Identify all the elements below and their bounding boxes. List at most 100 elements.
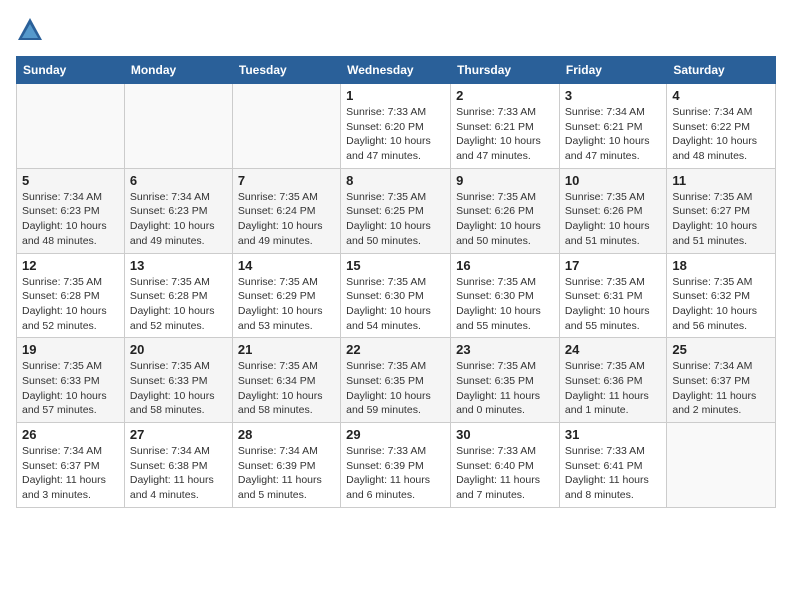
day-info: Sunrise: 7:35 AMSunset: 6:26 PMDaylight:… [565,190,661,249]
day-number: 19 [22,342,119,357]
dow-wednesday: Wednesday [341,57,451,84]
day-number: 16 [456,258,554,273]
day-number: 25 [672,342,770,357]
week-row-4: 19 Sunrise: 7:35 AMSunset: 6:33 PMDayligh… [17,338,776,423]
day-info: Sunrise: 7:35 AMSunset: 6:28 PMDaylight:… [130,275,227,334]
day-cell: 15Sunrise: 7:35 AMSunset: 6:30 PMDayligh… [341,253,451,338]
day-info: Sunrise: 7:35 AMSunset: 6:33 PMDaylight:… [130,359,227,418]
logo-icon [16,16,44,44]
day-cell: 6 Sunrise: 7:34 AMSunset: 6:23 PMDaylight… [124,168,232,253]
day-info: Sunrise: 7:34 AMSunset: 6:22 PMDaylight:… [672,105,770,164]
week-row-2: 5 Sunrise: 7:34 AMSunset: 6:23 PMDaylight… [17,168,776,253]
day-cell: 30 Sunrise: 7:33 AMSunset: 6:40 PMDayligh… [451,423,560,508]
day-cell: 10 Sunrise: 7:35 AMSunset: 6:26 PMDayligh… [559,168,666,253]
day-number: 9 [456,173,554,188]
dow-saturday: Saturday [667,57,776,84]
week-row-3: 12Sunrise: 7:35 AMSunset: 6:28 PMDayligh… [17,253,776,338]
calendar-body: 1 Sunrise: 7:33 AMSunset: 6:20 PMDaylight… [17,84,776,508]
day-info: Sunrise: 7:35 AMSunset: 6:25 PMDaylight:… [346,190,445,249]
day-cell: 23 Sunrise: 7:35 AMSunset: 6:35 PMDayligh… [451,338,560,423]
day-info: Sunrise: 7:35 AMSunset: 6:31 PMDaylight:… [565,275,661,334]
day-info: Sunrise: 7:35 AMSunset: 6:29 PMDaylight:… [238,275,335,334]
day-info: Sunrise: 7:33 AMSunset: 6:21 PMDaylight:… [456,105,554,164]
day-number: 15 [346,258,445,273]
dow-sunday: Sunday [17,57,125,84]
day-info: Sunrise: 7:35 AMSunset: 6:34 PMDaylight:… [238,359,335,418]
day-cell: 8 Sunrise: 7:35 AMSunset: 6:25 PMDaylight… [341,168,451,253]
day-cell: 27 Sunrise: 7:34 AMSunset: 6:38 PMDayligh… [124,423,232,508]
day-number: 1 [346,88,445,103]
day-info: Sunrise: 7:34 AMSunset: 6:39 PMDaylight:… [238,444,335,503]
calendar-table: SundayMondayTuesdayWednesdayThursdayFrid… [16,56,776,508]
day-cell: 2 Sunrise: 7:33 AMSunset: 6:21 PMDaylight… [451,84,560,169]
day-info: Sunrise: 7:35 AMSunset: 6:36 PMDaylight:… [565,359,661,418]
day-number: 23 [456,342,554,357]
day-cell: 24 Sunrise: 7:35 AMSunset: 6:36 PMDayligh… [559,338,666,423]
day-info: Sunrise: 7:35 AMSunset: 6:24 PMDaylight:… [238,190,335,249]
day-number: 8 [346,173,445,188]
day-info: Sunrise: 7:34 AMSunset: 6:23 PMDaylight:… [130,190,227,249]
day-cell: 4Sunrise: 7:34 AMSunset: 6:22 PMDaylight… [667,84,776,169]
day-cell: 20 Sunrise: 7:35 AMSunset: 6:33 PMDayligh… [124,338,232,423]
day-cell: 14 Sunrise: 7:35 AMSunset: 6:29 PMDayligh… [232,253,340,338]
day-number: 28 [238,427,335,442]
day-cell: 18 Sunrise: 7:35 AMSunset: 6:32 PMDayligh… [667,253,776,338]
day-number: 21 [238,342,335,357]
day-cell [124,84,232,169]
day-cell: 5Sunrise: 7:34 AMSunset: 6:23 PMDaylight… [17,168,125,253]
day-info: Sunrise: 7:34 AMSunset: 6:37 PMDaylight:… [672,359,770,418]
day-number: 7 [238,173,335,188]
day-cell: 19 Sunrise: 7:35 AMSunset: 6:33 PMDayligh… [17,338,125,423]
day-number: 18 [672,258,770,273]
day-number: 24 [565,342,661,357]
day-info: Sunrise: 7:33 AMSunset: 6:20 PMDaylight:… [346,105,445,164]
day-cell [667,423,776,508]
day-number: 22 [346,342,445,357]
day-number: 10 [565,173,661,188]
day-number: 20 [130,342,227,357]
day-cell: 22 Sunrise: 7:35 AMSunset: 6:35 PMDayligh… [341,338,451,423]
day-info: Sunrise: 7:34 AMSunset: 6:37 PMDaylight:… [22,444,119,503]
day-number: 6 [130,173,227,188]
day-cell [232,84,340,169]
day-cell: 26 Sunrise: 7:34 AMSunset: 6:37 PMDayligh… [17,423,125,508]
day-cell: 9 Sunrise: 7:35 AMSunset: 6:26 PMDaylight… [451,168,560,253]
week-row-1: 1 Sunrise: 7:33 AMSunset: 6:20 PMDaylight… [17,84,776,169]
day-info: Sunrise: 7:35 AMSunset: 6:30 PMDaylight:… [456,275,554,334]
day-cell: 7 Sunrise: 7:35 AMSunset: 6:24 PMDaylight… [232,168,340,253]
page-header [16,16,776,44]
dow-thursday: Thursday [451,57,560,84]
day-number: 2 [456,88,554,103]
dow-friday: Friday [559,57,666,84]
day-cell: 29Sunrise: 7:33 AMSunset: 6:39 PMDayligh… [341,423,451,508]
logo [16,16,48,44]
day-cell: 31Sunrise: 7:33 AMSunset: 6:41 PMDayligh… [559,423,666,508]
day-number: 5 [22,173,119,188]
day-info: Sunrise: 7:35 AMSunset: 6:26 PMDaylight:… [456,190,554,249]
dow-tuesday: Tuesday [232,57,340,84]
day-info: Sunrise: 7:34 AMSunset: 6:21 PMDaylight:… [565,105,661,164]
day-cell: 13 Sunrise: 7:35 AMSunset: 6:28 PMDayligh… [124,253,232,338]
day-info: Sunrise: 7:34 AMSunset: 6:38 PMDaylight:… [130,444,227,503]
day-cell: 28 Sunrise: 7:34 AMSunset: 6:39 PMDayligh… [232,423,340,508]
day-cell: 11Sunrise: 7:35 AMSunset: 6:27 PMDayligh… [667,168,776,253]
day-number: 29 [346,427,445,442]
day-number: 17 [565,258,661,273]
day-info: Sunrise: 7:35 AMSunset: 6:33 PMDaylight:… [22,359,119,418]
day-info: Sunrise: 7:33 AMSunset: 6:40 PMDaylight:… [456,444,554,503]
dow-monday: Monday [124,57,232,84]
day-info: Sunrise: 7:35 AMSunset: 6:32 PMDaylight:… [672,275,770,334]
day-info: Sunrise: 7:35 AMSunset: 6:35 PMDaylight:… [346,359,445,418]
week-row-5: 26 Sunrise: 7:34 AMSunset: 6:37 PMDayligh… [17,423,776,508]
day-number: 11 [672,173,770,188]
day-number: 26 [22,427,119,442]
day-info: Sunrise: 7:35 AMSunset: 6:35 PMDaylight:… [456,359,554,418]
day-number: 30 [456,427,554,442]
day-number: 27 [130,427,227,442]
day-number: 13 [130,258,227,273]
day-info: Sunrise: 7:35 AMSunset: 6:28 PMDaylight:… [22,275,119,334]
day-cell: 1 Sunrise: 7:33 AMSunset: 6:20 PMDaylight… [341,84,451,169]
day-cell: 16 Sunrise: 7:35 AMSunset: 6:30 PMDayligh… [451,253,560,338]
day-number: 14 [238,258,335,273]
day-number: 31 [565,427,661,442]
